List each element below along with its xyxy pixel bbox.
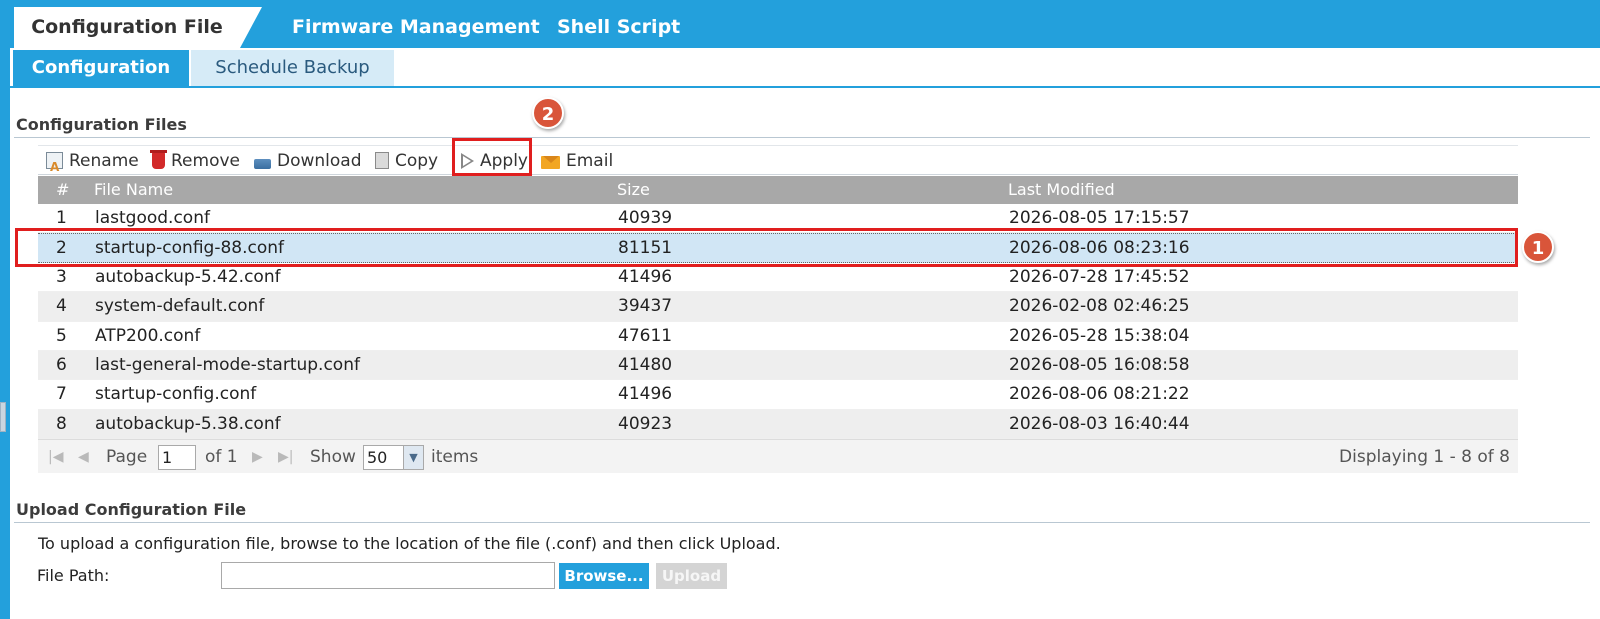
displaying-count: Displaying 1 - 8 of 8 xyxy=(1339,447,1510,467)
row-num: 7 xyxy=(56,384,67,405)
column-header-size[interactable]: Size xyxy=(617,176,650,204)
tab-notch xyxy=(240,7,262,48)
config-files-table: # File Name Size Last Modified 1 lastgoo… xyxy=(38,176,1518,440)
remove-button[interactable]: Remove xyxy=(150,146,240,176)
page-size-value: 50 xyxy=(367,448,388,467)
row-last-modified: 2026-07-28 17:45:52 xyxy=(1009,266,1190,287)
section-divider xyxy=(14,137,1590,138)
row-file-name: startup-config.conf xyxy=(95,384,257,405)
row-file-name: autobackup-5.42.conf xyxy=(95,266,281,287)
sub-tab-bar: Configuration Schedule Backup xyxy=(10,48,1600,88)
left-sidebar-strip xyxy=(0,0,10,619)
table-row[interactable]: 5 ATP200.conf 47611 2026-05-28 15:38:04 xyxy=(38,321,1518,351)
chevron-down-icon: ▼ xyxy=(403,446,423,469)
table-row[interactable]: 3 autobackup-5.42.conf 41496 2026-07-28 … xyxy=(38,262,1518,293)
upload-button: Upload xyxy=(656,563,727,589)
subtab-schedule-backup[interactable]: Schedule Backup xyxy=(191,50,394,86)
row-last-modified: 2026-02-08 02:46:25 xyxy=(1009,296,1190,317)
row-size: 41496 xyxy=(618,266,673,287)
row-size: 39437 xyxy=(618,296,673,317)
browse-button[interactable]: Browse... xyxy=(559,563,649,589)
column-header-num[interactable]: # xyxy=(56,176,69,204)
file-path-label: File Path: xyxy=(37,566,110,585)
column-header-last-modified[interactable]: Last Modified xyxy=(1008,176,1115,204)
remove-label: Remove xyxy=(171,151,240,171)
copy-icon xyxy=(375,152,389,169)
row-file-name: autobackup-5.38.conf xyxy=(95,413,281,434)
page-of-label: of 1 xyxy=(205,447,238,467)
upload-instructions: To upload a configuration file, browse t… xyxy=(38,534,781,553)
row-size: 41480 xyxy=(618,354,673,375)
row-last-modified: 2026-08-05 16:08:58 xyxy=(1009,354,1190,375)
envelope-icon xyxy=(541,156,560,169)
trash-icon xyxy=(150,150,167,169)
column-header-file-name[interactable]: File Name xyxy=(94,176,173,204)
row-num: 8 xyxy=(56,413,67,434)
email-button[interactable]: Email xyxy=(541,146,613,176)
row-last-modified: 2026-08-03 16:40:44 xyxy=(1009,413,1190,434)
row-num: 4 xyxy=(56,296,67,317)
rename-label: Rename xyxy=(69,151,139,171)
table-row[interactable]: 6 last-general-mode-startup.conf 41480 2… xyxy=(38,350,1518,381)
pagination-bar: |◀ ◀ Page 1 of 1 ▶ ▶| Show 50 ▼ items Di… xyxy=(38,439,1518,473)
table-row[interactable]: 4 system-default.conf 39437 2026-02-08 0… xyxy=(38,292,1518,322)
tab-firmware-management[interactable]: Firmware Management xyxy=(292,7,540,48)
items-label: items xyxy=(431,447,479,467)
row-num: 3 xyxy=(56,266,67,287)
tab-shell-script[interactable]: Shell Script xyxy=(557,7,680,48)
row-file-name: ATP200.conf xyxy=(95,325,201,346)
sidebar-collapse-handle[interactable] xyxy=(0,402,6,432)
download-icon xyxy=(254,159,271,169)
copy-label: Copy xyxy=(395,151,439,171)
last-page-icon[interactable]: ▶| xyxy=(278,440,293,474)
row-size: 40923 xyxy=(618,413,673,434)
rename-icon xyxy=(46,152,63,182)
download-button[interactable]: Download xyxy=(254,146,362,176)
annotation-marker-1: 1 xyxy=(1522,231,1554,263)
row-file-name: last-general-mode-startup.conf xyxy=(95,354,360,375)
rename-button[interactable]: Rename xyxy=(46,146,139,182)
apply-highlight-box xyxy=(452,138,532,176)
table-row[interactable]: 7 startup-config.conf 41496 2026-08-06 0… xyxy=(38,380,1518,410)
row-num: 6 xyxy=(56,354,67,375)
show-label: Show xyxy=(310,447,356,467)
annotation-marker-2: 2 xyxy=(532,97,564,129)
row-num: 5 xyxy=(56,325,67,346)
copy-button[interactable]: Copy xyxy=(375,146,438,176)
subtab-configuration[interactable]: Configuration xyxy=(13,50,189,86)
config-files-toolbar: Rename Remove Download Copy Apply Email xyxy=(38,145,1518,182)
file-path-input[interactable] xyxy=(221,562,555,589)
page-size-select[interactable]: 50 ▼ xyxy=(363,445,424,470)
selected-row-highlight-box xyxy=(15,228,1518,267)
row-file-name: system-default.conf xyxy=(95,296,265,317)
download-label: Download xyxy=(277,151,362,171)
row-last-modified: 2026-05-28 15:38:04 xyxy=(1009,325,1190,346)
page-label: Page xyxy=(106,447,148,467)
section-title-upload: Upload Configuration File xyxy=(16,500,247,519)
table-row[interactable]: 8 autobackup-5.38.conf 40923 2026-08-03 … xyxy=(38,409,1518,440)
row-size: 41496 xyxy=(618,384,673,405)
tab-configuration-file[interactable]: Configuration File xyxy=(14,7,240,48)
table-header: # File Name Size Last Modified xyxy=(38,176,1518,204)
row-last-modified: 2026-08-06 08:21:22 xyxy=(1009,384,1190,405)
prev-page-icon[interactable]: ◀ xyxy=(78,440,89,474)
section-divider xyxy=(14,522,1590,523)
first-page-icon[interactable]: |◀ xyxy=(48,440,63,474)
row-size: 47611 xyxy=(618,325,673,346)
section-title-configuration-files: Configuration Files xyxy=(16,115,187,134)
email-label: Email xyxy=(566,151,614,171)
page-number-input[interactable]: 1 xyxy=(158,445,196,470)
next-page-icon[interactable]: ▶ xyxy=(252,440,263,474)
